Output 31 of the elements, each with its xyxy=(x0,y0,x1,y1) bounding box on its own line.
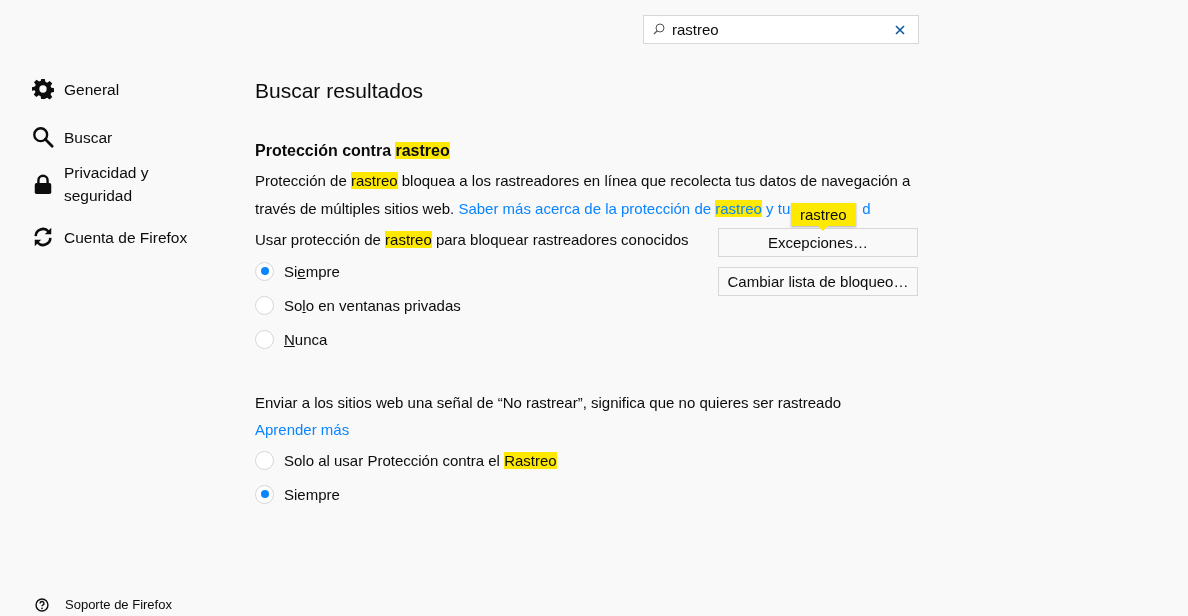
gear-icon xyxy=(32,78,54,100)
radio-button[interactable] xyxy=(255,484,274,504)
search-icon xyxy=(653,23,665,35)
settings-button[interactable]: Cambiar lista de bloqueo… xyxy=(718,267,918,296)
radio-label[interactable]: Solo en ventanas privadas xyxy=(284,296,461,314)
radio-button[interactable] xyxy=(255,450,274,470)
radio-label[interactable]: Siempre xyxy=(284,262,340,280)
section-title: Protección contra rastreo xyxy=(255,141,451,161)
clear-icon[interactable] xyxy=(895,25,905,35)
learn-more-link[interactable]: Aprender más xyxy=(255,417,918,443)
description-text: Enviar a los sitios web una señal de “No rastrear”, significa que no quieres ser rastreado xyxy=(255,393,843,413)
option-label: Usar protección de rastreo para bloquear rastreadores conocidos xyxy=(255,230,689,250)
sidebar-item[interactable]: Cuenta de Firefox xyxy=(64,225,214,249)
sidebar-item[interactable]: Buscar xyxy=(64,125,214,149)
radio-label[interactable]: Solo al usar Protección contra el Rastreo xyxy=(284,451,557,469)
search-icon xyxy=(32,126,54,148)
radio-label[interactable]: Nunca xyxy=(284,330,328,348)
sync-icon xyxy=(32,226,54,248)
support-link[interactable]: Soporte de Firefox xyxy=(65,597,172,612)
search-match-tooltip: rastreo xyxy=(791,203,856,231)
sidebar-item[interactable]: Privacidad y seguridad xyxy=(64,161,174,207)
search-field[interactable]: rastreo xyxy=(643,15,919,44)
settings-button[interactable]: Excepciones… xyxy=(718,228,918,257)
radio-button[interactable] xyxy=(255,329,274,349)
radio-button[interactable] xyxy=(255,261,274,281)
radio-button[interactable] xyxy=(255,295,274,315)
radio-label[interactable]: Siempre xyxy=(284,485,340,503)
sidebar-item[interactable]: General xyxy=(64,77,214,101)
lock-icon xyxy=(32,173,54,195)
help-icon xyxy=(35,597,49,612)
page-heading: Buscar resultados xyxy=(255,78,425,104)
